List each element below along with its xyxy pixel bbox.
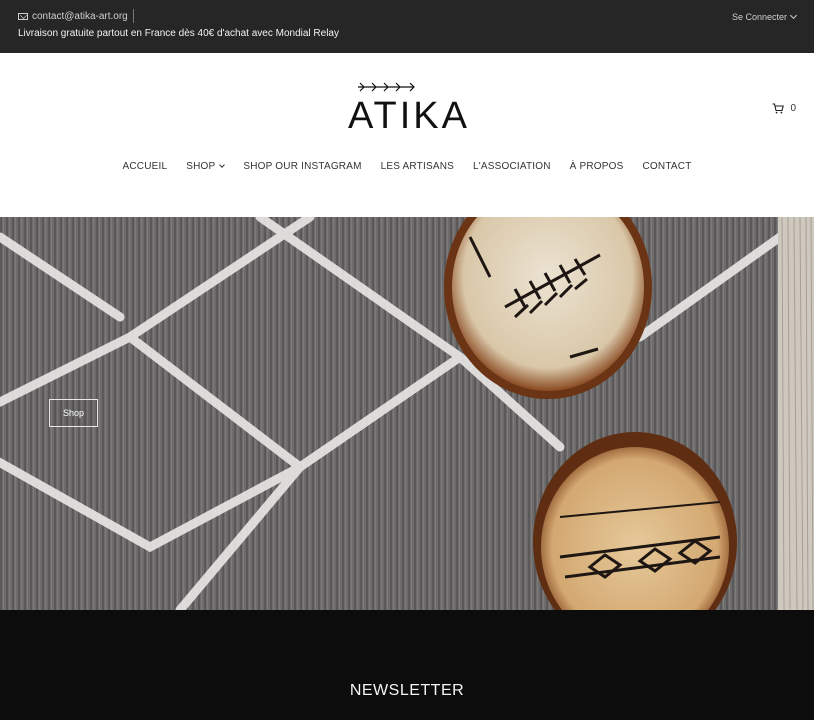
contact-email-text: contact@atika-art.org — [32, 11, 128, 22]
nav-item-label: LES ARTISANS — [380, 161, 454, 172]
site-logo[interactable]: ATIKA — [348, 77, 470, 139]
cart-count: 0 — [790, 103, 796, 114]
nav-item-label: SHOP OUR INSTAGRAM — [243, 161, 362, 172]
nav-item-association[interactable]: L'ASSOCIATION — [473, 161, 551, 172]
site-header: ATIKA 0 ACCUEIL SHOP SHOP OUR INSTAGRAM … — [0, 53, 814, 217]
logo-wordmark: ATIKA — [348, 95, 470, 137]
chevron-down-icon — [219, 162, 226, 168]
arrows-logo-icon — [358, 82, 415, 92]
nav-item-a-propos[interactable]: À PROPOS — [570, 161, 624, 172]
chevron-down-icon — [789, 11, 798, 20]
nav-item-label: SHOP — [186, 161, 216, 172]
login-label: Se Connecter — [731, 12, 787, 22]
nav-item-contact[interactable]: CONTACT — [643, 161, 692, 172]
nav-item-label: À PROPOS — [569, 161, 624, 172]
cart-button[interactable]: 0 — [772, 103, 796, 114]
hero-shop-button[interactable]: Shop — [49, 399, 98, 427]
topbar-divider — [133, 9, 134, 23]
hero-banner: Shop — [0, 217, 814, 610]
top-bar: contact@atika-art.org Livraison gratuite… — [0, 0, 814, 53]
newsletter-title: NEWSLETTER — [349, 682, 465, 699]
mail-icon — [18, 13, 28, 20]
hero-image — [0, 217, 814, 610]
contact-email-link[interactable]: contact@atika-art.org — [18, 11, 128, 22]
main-nav: ACCUEIL SHOP SHOP OUR INSTAGRAM LES ARTI… — [0, 161, 814, 172]
nav-item-label: L'ASSOCIATION — [472, 161, 551, 172]
nav-item-label: CONTACT — [642, 161, 692, 172]
nav-item-label: ACCUEIL — [122, 161, 168, 172]
cart-icon — [772, 103, 785, 114]
free-shipping-banner: Livraison gratuite partout en France dès… — [18, 28, 339, 39]
nav-item-shop[interactable]: SHOP — [186, 161, 226, 172]
nav-item-accueil[interactable]: ACCUEIL — [122, 161, 167, 172]
newsletter-section: NEWSLETTER — [0, 610, 814, 720]
login-link[interactable]: Se Connecter — [731, 11, 798, 22]
nav-item-shop-instagram[interactable]: SHOP OUR INSTAGRAM — [243, 161, 361, 172]
nav-item-artisans[interactable]: LES ARTISANS — [381, 161, 454, 172]
